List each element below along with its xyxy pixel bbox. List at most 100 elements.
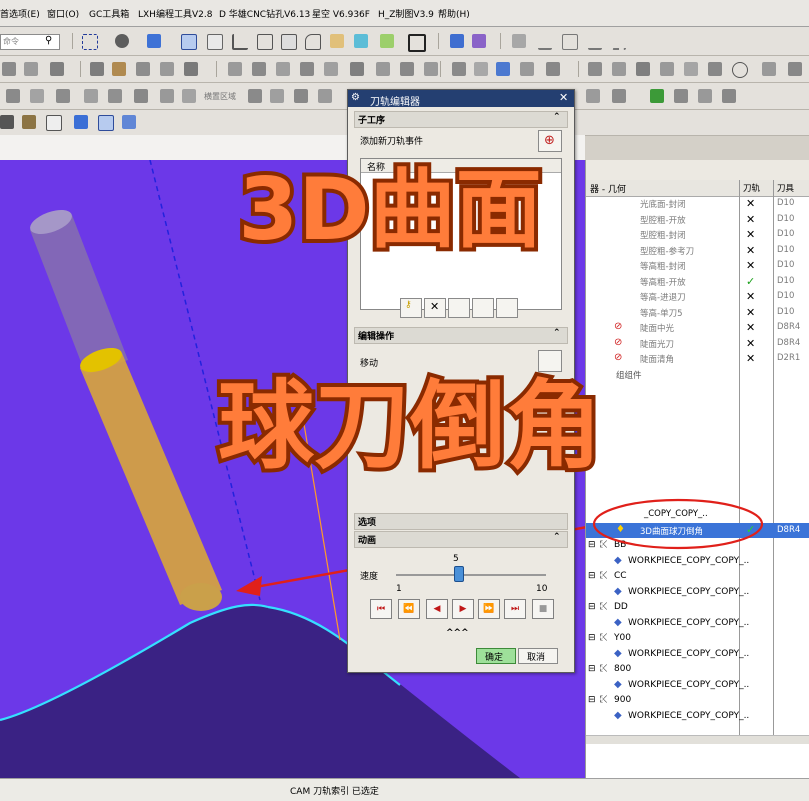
cube-wire-icon[interactable]: [98, 115, 114, 131]
fit-view-icon[interactable]: [82, 34, 98, 50]
tool-icon[interactable]: [674, 89, 688, 103]
tool-icon[interactable]: [324, 62, 338, 76]
tool-icon[interactable]: [612, 89, 626, 103]
collapse-icon[interactable]: ⊟: [588, 571, 596, 581]
cancel-button[interactable]: 取消: [518, 648, 558, 664]
cube-wire-icon[interactable]: [181, 34, 197, 50]
surface-icon[interactable]: [354, 34, 368, 48]
layer-icon[interactable]: [380, 34, 394, 48]
geometry-group[interactable]: ⊟ ⤪ CC ◆ WORKPIECE_COPY_COPY_..: [586, 570, 809, 601]
column-tool[interactable]: 刀具: [777, 182, 794, 194]
chevron-up-icon[interactable]: ⌃: [553, 532, 561, 542]
display-icon[interactable]: [408, 34, 426, 52]
speed-slider-thumb[interactable]: [454, 566, 464, 582]
circle-icon[interactable]: [732, 62, 748, 78]
collapse-icon[interactable]: ⊟: [588, 602, 596, 612]
menu-lxh-tools[interactable]: LXH编程工具V2.8: [138, 7, 212, 20]
command-search-input[interactable]: 命令 ⚲: [0, 34, 60, 50]
tool-icon[interactable]: [56, 89, 70, 103]
tool-icon[interactable]: [300, 62, 314, 76]
face-icon[interactable]: [330, 34, 344, 48]
add-event-button[interactable]: ⊕: [538, 130, 562, 152]
tool-icon[interactable]: [294, 89, 308, 103]
tool-icon[interactable]: [134, 89, 148, 103]
tool-icon[interactable]: [136, 62, 150, 76]
tool-icon[interactable]: [496, 62, 510, 76]
tool-icon[interactable]: [50, 62, 64, 76]
tool-icon[interactable]: [474, 62, 488, 76]
tool-icon[interactable]: [660, 62, 674, 76]
tool-icon[interactable]: [318, 89, 332, 103]
tool-icon[interactable]: [252, 62, 266, 76]
cube-shaded-icon[interactable]: [147, 34, 161, 48]
dialog-titlebar[interactable]: ⚙ 刀轨编辑器 ✕: [348, 90, 574, 108]
menu-help[interactable]: 帮助(H): [438, 7, 470, 20]
geometry-group[interactable]: ⊟ ⤪ Y00 ◆ WORKPIECE_COPY_COPY_..: [586, 632, 809, 663]
frame-icon[interactable]: [257, 34, 273, 50]
operation-row[interactable]: 等高粗-封闭 ✕ D10: [586, 258, 809, 273]
tool-icon[interactable]: [684, 62, 698, 76]
menu-gc-toolbox[interactable]: GC工具箱: [89, 7, 129, 20]
profile-icon[interactable]: [232, 34, 248, 50]
tool-button[interactable]: [448, 298, 470, 318]
tool-icon[interactable]: [0, 115, 14, 129]
tool-icon[interactable]: [612, 62, 626, 76]
tool-icon[interactable]: [248, 89, 262, 103]
tool-icon[interactable]: [722, 89, 736, 103]
operation-row[interactable]: ⊘ 陡面光刀 ✕ D8R4: [586, 336, 809, 351]
tool-icon[interactable]: [182, 89, 196, 103]
tool-icon[interactable]: [276, 62, 290, 76]
tool-icon[interactable]: [2, 62, 16, 76]
geometry-group[interactable]: ⊟ ⤪ 800 ◆ WORKPIECE_COPY_COPY_..: [586, 663, 809, 694]
operation-row[interactable]: ⊘ 陡面清角 ✕ D2R1: [586, 351, 809, 366]
horizontal-scrollbar[interactable]: [586, 735, 809, 744]
collapse-icon[interactable]: ⊟: [588, 664, 596, 674]
tool-icon[interactable]: [184, 62, 198, 76]
sketch-icon[interactable]: [512, 34, 526, 48]
tool-icon[interactable]: [424, 62, 438, 76]
spline-icon[interactable]: [562, 34, 578, 50]
tool-icon[interactable]: [586, 89, 600, 103]
tool-icon[interactable]: [520, 62, 534, 76]
move-icon[interactable]: [450, 34, 464, 48]
tool-icon[interactable]: [24, 62, 38, 76]
chevron-up-icon[interactable]: ⌃: [553, 112, 561, 122]
step-back-button[interactable]: ⏪: [398, 599, 420, 619]
tool-icon[interactable]: [22, 115, 36, 129]
menu-preferences[interactable]: 首选项(E): [0, 7, 40, 20]
speed-slider-track[interactable]: [396, 574, 546, 576]
tool-icon[interactable]: [112, 62, 126, 76]
tool-icon[interactable]: [90, 62, 104, 76]
move-button[interactable]: [538, 350, 562, 372]
tool-icon[interactable]: [84, 89, 98, 103]
section-options[interactable]: 选项: [354, 513, 568, 530]
operation-row[interactable]: 等高-进退刀 ✕ D10: [586, 289, 809, 304]
operation-row[interactable]: ⊘ 陡面中光 ✕ D8R4: [586, 320, 809, 335]
tool-icon[interactable]: [350, 62, 364, 76]
column-toolpath[interactable]: 刀轨: [743, 182, 760, 194]
transform-icon[interactable]: [472, 34, 486, 48]
check-icon[interactable]: [650, 89, 664, 103]
cube-icon[interactable]: [74, 115, 88, 129]
delete-button[interactable]: ✕: [424, 298, 446, 318]
chamfer-icon[interactable]: [281, 34, 297, 50]
stop-button[interactable]: ■: [532, 599, 554, 619]
render-style-icon[interactable]: [115, 34, 129, 48]
operation-row[interactable]: 等高粗-开放 ✓ D10: [586, 274, 809, 289]
collapse-more-icon[interactable]: ^^^: [446, 628, 469, 638]
tool-icon[interactable]: [698, 89, 712, 103]
operation-row[interactable]: 等高-单刀5 ✕ D10: [586, 305, 809, 320]
edit-button[interactable]: ⚷: [400, 298, 422, 318]
tool-icon[interactable]: [762, 62, 776, 76]
collapse-icon[interactable]: ⊟: [588, 695, 596, 705]
section-animation[interactable]: 动画 ⌃: [354, 531, 568, 548]
reverse-play-button[interactable]: ◀: [426, 599, 448, 619]
menu-hz-drawing[interactable]: H_Z制图V3.9: [378, 7, 434, 20]
tool-icon[interactable]: [588, 62, 602, 76]
curve-icon[interactable]: [538, 34, 552, 50]
offset-curve-icon[interactable]: [612, 34, 626, 50]
tool-icon[interactable]: [30, 89, 44, 103]
chevron-up-icon[interactable]: ⌃: [553, 328, 561, 338]
step-forward-button[interactable]: ⏩: [478, 599, 500, 619]
tool-icon[interactable]: [376, 62, 390, 76]
